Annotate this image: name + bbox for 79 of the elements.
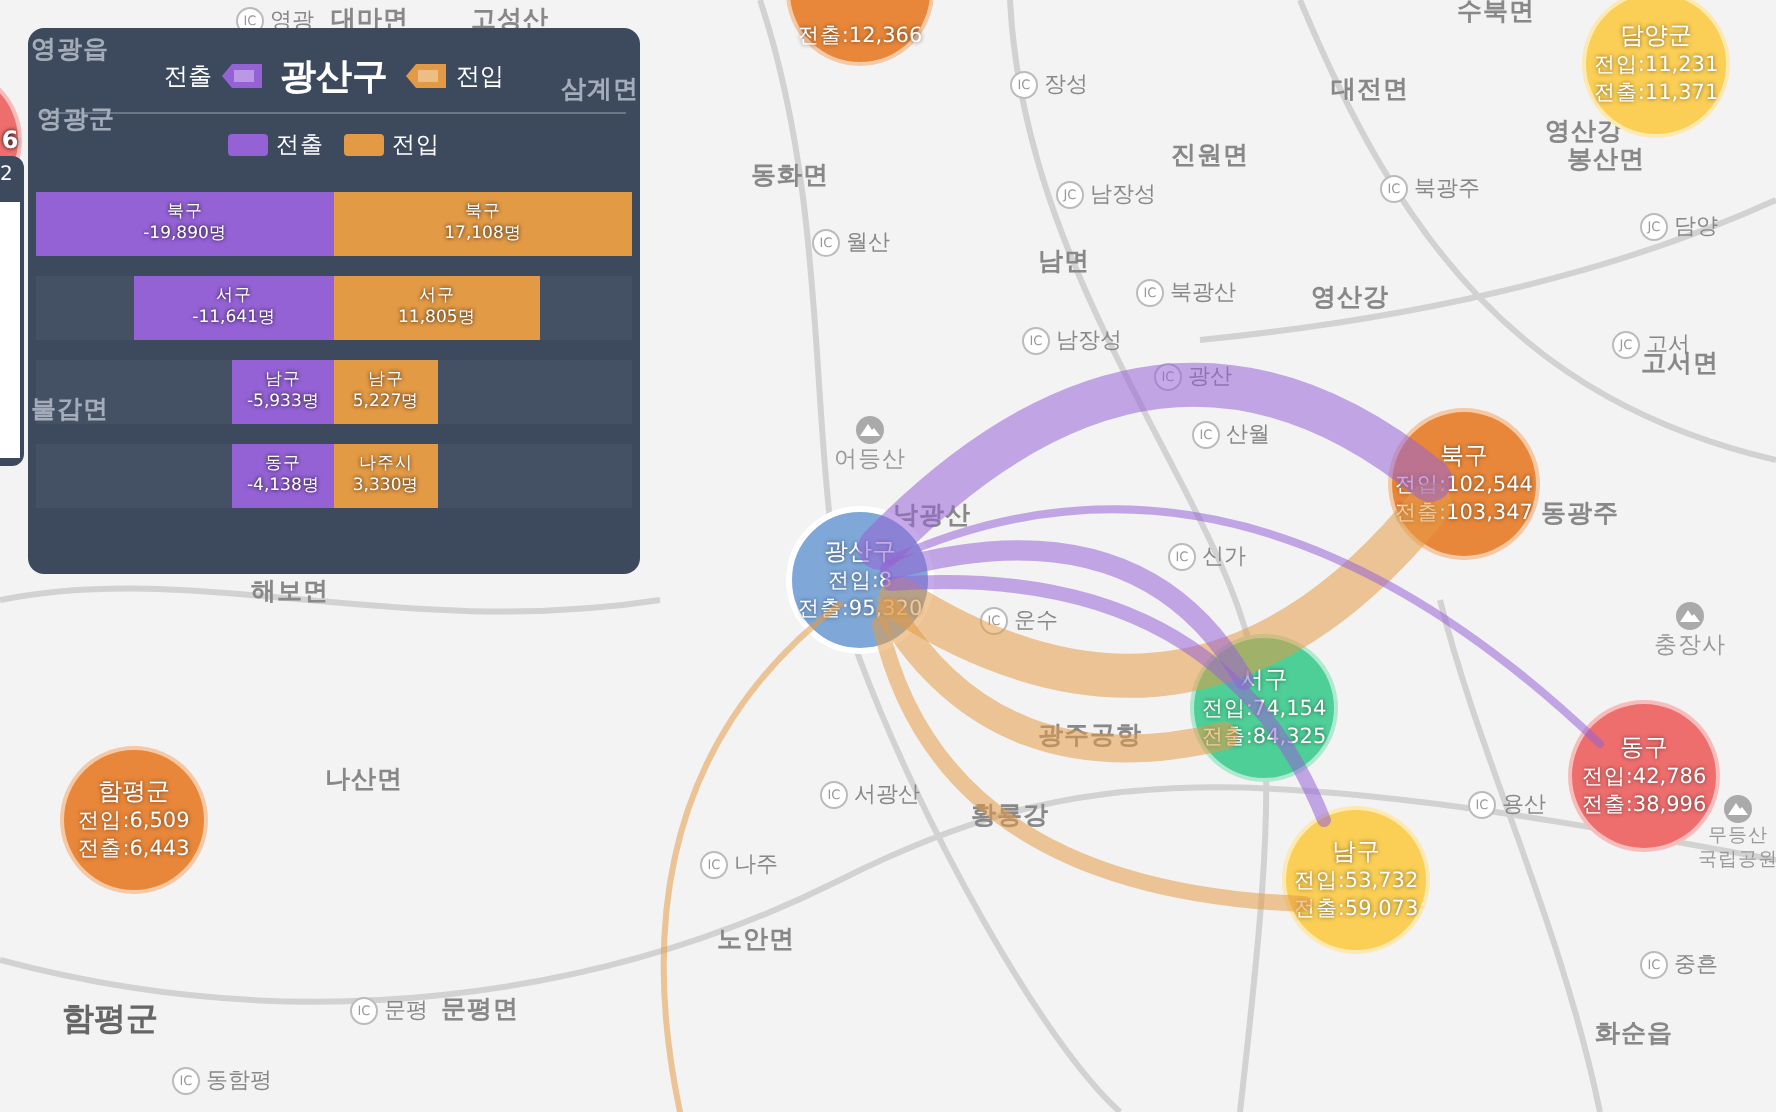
in-bar: 서구 11,805명 bbox=[334, 276, 540, 340]
place-label: 무등산 국립공원 bbox=[1698, 825, 1776, 873]
road-label: 북광산 bbox=[1170, 277, 1236, 307]
panel-text: 2 bbox=[0, 164, 13, 186]
place-label: 영산강 bbox=[1545, 115, 1623, 147]
place-label: 수북면 bbox=[1457, 0, 1535, 29]
place-label: 동광주 bbox=[1541, 497, 1619, 531]
flow-count: 전출:103,347 bbox=[1395, 499, 1533, 527]
place-label: 영산강 bbox=[1311, 281, 1389, 315]
region-name: 함평군 bbox=[98, 777, 170, 807]
flow-count: 전출:12,366 bbox=[797, 22, 923, 50]
outflow-label: 전출 bbox=[164, 59, 212, 93]
road-label: 나주 bbox=[734, 849, 778, 879]
road-label: 문평 bbox=[384, 995, 428, 1025]
tag-icon bbox=[222, 64, 262, 88]
tag-icon bbox=[406, 64, 446, 88]
region-name: 동구 bbox=[1620, 733, 1668, 763]
road-label: 운수 bbox=[1014, 605, 1058, 635]
road-label: 산월 bbox=[1226, 419, 1270, 449]
flow-count: 6 bbox=[1, 126, 19, 154]
flow-count: 전입:53,732 bbox=[1293, 867, 1419, 895]
legend-label: 전입 bbox=[392, 130, 440, 160]
inflow-label: 전입 bbox=[456, 59, 504, 93]
out-bar: 남구 -5,933명 bbox=[232, 360, 334, 424]
flow-count: 전입:102,544 bbox=[1395, 471, 1533, 499]
flow-count: 전출:6,443 bbox=[78, 835, 190, 863]
road-label: 남장성 bbox=[1090, 179, 1156, 209]
place-label: 화순읍 bbox=[1595, 1017, 1673, 1051]
road-label: 월산 bbox=[846, 227, 890, 257]
flow-count: 전입:74,154 bbox=[1201, 695, 1327, 723]
region-name: 북구 bbox=[1440, 441, 1488, 471]
place-label: 대전면 bbox=[1331, 73, 1409, 107]
flow-count: 전출:11,371 bbox=[1593, 79, 1719, 107]
place-label: 해보면 bbox=[251, 575, 329, 609]
flow-count: 전출:38,996 bbox=[1581, 791, 1707, 819]
in-bar: 남구 5,227명 bbox=[334, 360, 439, 424]
flow-count: 전입:6,509 bbox=[78, 807, 190, 835]
road-label: 중흔 bbox=[1674, 949, 1718, 979]
road-label: 용산 bbox=[1502, 789, 1546, 819]
mountain-icon bbox=[1722, 795, 1754, 823]
county-label: 함평군 bbox=[62, 999, 158, 1041]
region-name: 남구 bbox=[1332, 837, 1380, 867]
region-name: 서구 bbox=[1240, 665, 1288, 695]
panel-title: 광산구 bbox=[280, 54, 388, 100]
region-name: 담양군 bbox=[1620, 21, 1692, 51]
place-label: 노안면 bbox=[717, 923, 795, 957]
road-label: 장성 bbox=[1044, 69, 1088, 99]
out-bar: 북구 -19,890명 bbox=[36, 192, 334, 256]
place-label: 남면 bbox=[1038, 245, 1090, 279]
in-bar: 나주시 3,330명 bbox=[334, 444, 439, 508]
place-label: 진원면 bbox=[1171, 139, 1249, 173]
out-bar: 동구 -4,138명 bbox=[232, 444, 334, 508]
flow-count: 전출:84,325 bbox=[1201, 723, 1327, 751]
place-label: 충장사 bbox=[1654, 632, 1726, 658]
region-name: 광산구 bbox=[824, 537, 896, 567]
place-label: 나산면 bbox=[325, 763, 403, 797]
place-label: 영광군 bbox=[37, 103, 115, 137]
flow-count: 전입:11,231 bbox=[1593, 51, 1719, 79]
place-label: 불갑면 bbox=[31, 393, 109, 427]
mountain-icon bbox=[1674, 602, 1706, 630]
flow-count: 전입:8 bbox=[827, 567, 893, 595]
mountain-icon bbox=[854, 416, 886, 444]
place-label: 삼계면 bbox=[561, 73, 639, 107]
road-label: 북광주 bbox=[1414, 173, 1480, 203]
road-label: 신가 bbox=[1202, 541, 1246, 571]
in-bar: 북구 17,108명 bbox=[334, 192, 632, 256]
place-label: 문평면 bbox=[441, 993, 519, 1027]
out-bar: 서구 -11,641명 bbox=[134, 276, 334, 340]
road-label: 서광산 bbox=[854, 779, 920, 809]
flow-count: 전출:59,073 bbox=[1293, 895, 1419, 923]
place-label: 봉산면 bbox=[1567, 143, 1645, 177]
place-label: 영광읍 bbox=[31, 33, 109, 67]
place-label: 어등산 bbox=[834, 446, 906, 472]
road-label: 동함평 bbox=[206, 1065, 272, 1095]
place-label: 동화면 bbox=[751, 159, 829, 193]
road-label: 담양 bbox=[1674, 211, 1718, 241]
legend-label: 전출 bbox=[276, 130, 324, 160]
road-label: 남장성 bbox=[1056, 325, 1122, 355]
flow-count: 전입:42,786 bbox=[1581, 763, 1707, 791]
